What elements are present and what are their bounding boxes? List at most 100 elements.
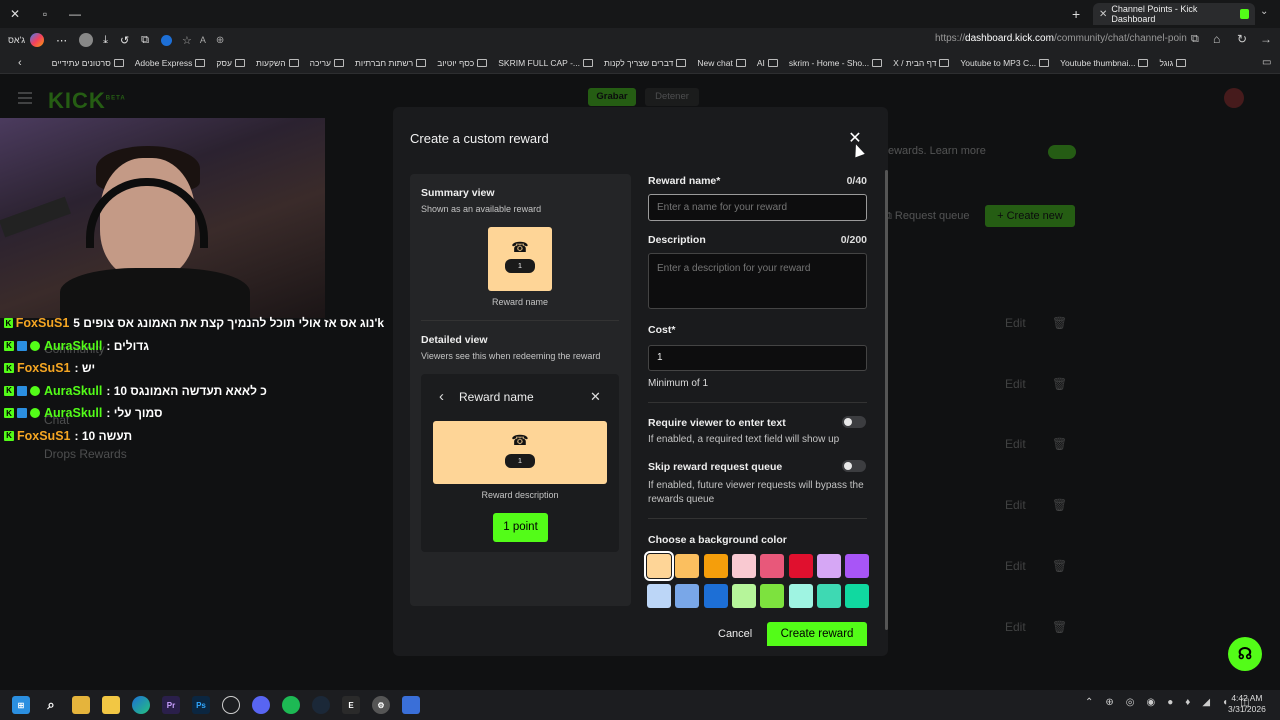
color-swatch[interactable] — [845, 584, 870, 608]
zoom-icon[interactable]: ⊕ — [216, 35, 224, 46]
trash-icon[interactable]: 🗑 — [1052, 498, 1067, 512]
obs-icon[interactable] — [222, 696, 240, 714]
bookmark-item[interactable]: השקעות — [256, 58, 299, 68]
bookmark-item[interactable]: כסף יוטיוב — [437, 58, 488, 68]
skip-queue-toggle[interactable] — [842, 460, 866, 472]
request-queue-button[interactable]: ⧉ Request queue — [884, 210, 970, 223]
home-icon[interactable]: ⌂ — [1213, 32, 1220, 46]
color-swatch[interactable] — [760, 554, 785, 578]
bookmark-item[interactable]: דברים שצריך לקנות — [604, 58, 687, 68]
chat-username[interactable]: FoxSuS1 — [17, 429, 71, 443]
profile-label[interactable]: ג'אס — [8, 35, 25, 45]
file-explorer-icon[interactable] — [72, 696, 90, 714]
more-icon[interactable]: ⋯ — [56, 34, 67, 47]
browser-tab[interactable]: ✕ Channel Points - Kick Dashboard — [1093, 3, 1255, 25]
color-swatch[interactable] — [816, 554, 841, 578]
sidebar-rewards[interactable]: Drops Rewards — [44, 447, 127, 461]
app-icon[interactable] — [102, 696, 120, 714]
close-tab-icon[interactable]: ✕ — [1099, 9, 1107, 20]
kick-logo[interactable]: KICKBETA — [48, 88, 126, 114]
bookmark-item[interactable]: עריכה — [310, 58, 344, 68]
trash-icon[interactable]: 🗑 — [1052, 377, 1067, 391]
search-icon[interactable]: ⌕ — [42, 696, 60, 714]
chevron-down-icon[interactable]: ⌄ — [1260, 6, 1268, 17]
premiere-icon[interactable]: Pr — [162, 696, 180, 714]
color-swatch[interactable] — [703, 554, 728, 578]
epic-games-icon[interactable]: E — [342, 696, 360, 714]
windows-start-icon[interactable]: ⊞ — [12, 696, 30, 714]
avatar-icon[interactable] — [79, 33, 94, 47]
close-window-icon[interactable]: ✕ — [0, 0, 30, 28]
color-swatch[interactable] — [845, 554, 870, 578]
color-swatch[interactable] — [647, 584, 671, 608]
learn-more-text[interactable]: ewards. Learn more — [888, 145, 986, 157]
edit-reward-button[interactable]: Edit — [1005, 437, 1026, 451]
capture-app-icon[interactable] — [402, 696, 420, 714]
bookmark-item[interactable]: Adobe Express — [135, 58, 206, 68]
edge-icon[interactable] — [132, 696, 150, 714]
trash-icon[interactable]: 🗑 — [1052, 559, 1067, 573]
color-swatch[interactable] — [675, 554, 700, 578]
color-swatch[interactable] — [760, 584, 785, 608]
photoshop-icon[interactable]: Ps — [192, 696, 210, 714]
new-tab-icon[interactable]: + — [1072, 6, 1080, 22]
color-swatch[interactable] — [675, 584, 700, 608]
spotify-icon[interactable] — [282, 696, 300, 714]
reward-name-input[interactable] — [648, 194, 867, 221]
record-button[interactable]: Grabar — [588, 88, 636, 106]
create-new-button[interactable]: + Create new — [985, 205, 1075, 227]
bookmark-item[interactable]: סרטונים עתידיים — [52, 58, 124, 68]
restore-window-icon[interactable]: ▫ — [30, 0, 60, 28]
color-swatch[interactable] — [788, 584, 813, 608]
download-icon[interactable]: ⤓ — [103, 34, 108, 47]
trash-icon[interactable]: 🗑 — [1052, 316, 1067, 330]
bookmark-item[interactable]: רשתות חברתיות — [355, 58, 427, 68]
create-reward-button[interactable]: Create reward — [767, 622, 867, 646]
back-icon[interactable]: ‹ — [18, 57, 22, 69]
modal-scrollbar[interactable] — [885, 170, 888, 630]
chat-username[interactable]: AuraSkull — [44, 406, 102, 420]
trash-icon[interactable]: 🗑 — [1052, 620, 1067, 634]
system-clock[interactable]: 4:42 AM 3/31/2026 — [1228, 693, 1266, 715]
cancel-button[interactable]: Cancel — [718, 628, 752, 640]
user-avatar[interactable] — [1224, 88, 1244, 108]
stop-button[interactable]: Detener — [645, 88, 699, 106]
chat-username[interactable]: FoxSuS1 — [17, 361, 71, 375]
support-chat-button[interactable]: ☊ — [1228, 637, 1262, 671]
chat-username[interactable]: AuraSkull — [44, 384, 102, 398]
refresh-icon[interactable]: ↻ — [1237, 32, 1247, 46]
extensions-icon[interactable]: ⧉ — [141, 34, 149, 47]
bookmark-item[interactable]: Youtube to MP3 C... — [960, 58, 1050, 68]
require-text-toggle[interactable] — [842, 416, 866, 428]
settings-gear-icon[interactable]: ⚙ — [372, 696, 390, 714]
channel-points-toggle[interactable] — [1048, 145, 1076, 159]
chat-username[interactable]: AuraSkull — [44, 339, 102, 353]
discord-icon[interactable] — [252, 696, 270, 714]
read-aloud-icon[interactable]: A — [200, 35, 206, 45]
hamburger-menu-icon[interactable] — [18, 92, 32, 104]
steam-icon[interactable] — [312, 696, 330, 714]
cost-input[interactable]: 1 — [648, 345, 867, 371]
edit-reward-button[interactable]: Edit — [1005, 316, 1026, 330]
bookmark-item[interactable]: AI — [757, 58, 778, 68]
bookmark-item[interactable]: SKRIM FULL CAP -... — [498, 58, 593, 68]
bookmark-item[interactable]: Youtube thumbnai... — [1060, 58, 1149, 68]
minimize-window-icon[interactable]: — — [60, 0, 90, 28]
favorite-star-icon[interactable]: ☆ — [182, 34, 192, 47]
chat-username[interactable]: FoxSuS1 — [16, 316, 70, 330]
color-swatch[interactable] — [788, 554, 813, 578]
description-input[interactable] — [648, 253, 867, 309]
history-icon[interactable]: ↺ — [120, 34, 129, 47]
color-swatch[interactable] — [644, 551, 674, 581]
back-arrow-icon[interactable]: ‹ — [439, 388, 444, 405]
edit-reward-button[interactable]: Edit — [1005, 377, 1026, 391]
color-swatch[interactable] — [731, 554, 756, 578]
bookmarks-folder-icon[interactable]: ▭ — [1262, 57, 1271, 68]
copilot-icon[interactable] — [30, 33, 45, 47]
redeem-points-button[interactable]: 1 point — [493, 513, 548, 542]
color-swatch[interactable] — [816, 584, 841, 608]
edit-reward-button[interactable]: Edit — [1005, 498, 1026, 512]
address-bar[interactable]: https://dashboard.kick.com/community/cha… — [935, 33, 1187, 44]
extension-blue-icon[interactable] — [161, 34, 173, 46]
detail-close-icon[interactable]: ✕ — [590, 389, 601, 405]
